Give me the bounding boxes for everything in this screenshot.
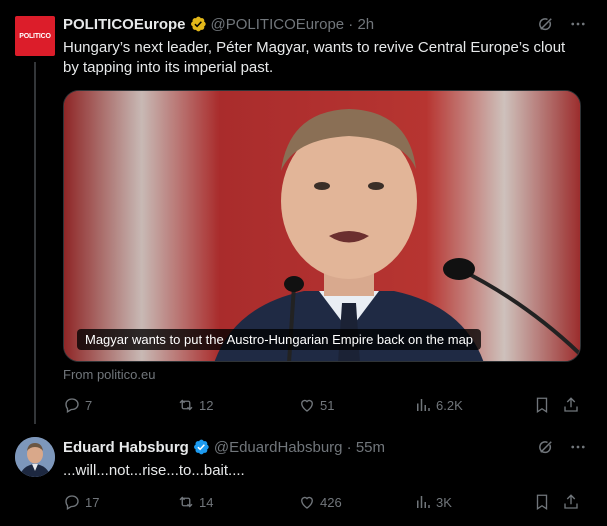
like-count: 426 — [320, 494, 342, 510]
repost-count: 12 — [199, 397, 214, 413]
display-name[interactable]: POLITICOEurope — [63, 16, 186, 33]
politico-avatar[interactable]: POLITICO — [15, 16, 55, 56]
habsburg-avatar[interactable] — [15, 437, 55, 477]
tweet-politico[interactable]: POLITICO POLITICOEurope @POLITICOEurope … — [0, 0, 607, 428]
tweet-header-2: Eduard Habsburg @EduardHabsburg · 55m — [63, 438, 385, 456]
avatar-photo — [15, 437, 55, 477]
reply-icon — [65, 495, 79, 510]
link-source[interactable]: From politico.eu — [63, 367, 155, 382]
handle-time[interactable]: @POLITICOEurope · 2h — [211, 16, 375, 33]
tweet-text: Hungary’s next leader, Péter Magyar, wan… — [63, 38, 593, 78]
handle-time-2[interactable]: @EduardHabsburg · 55m — [214, 439, 385, 456]
repost-button[interactable]: 12 — [177, 396, 213, 414]
views-count: 6.2K — [436, 397, 463, 413]
like-icon — [301, 399, 313, 412]
bookmark-icon — [536, 494, 548, 511]
views-button[interactable]: 6.2K — [414, 396, 463, 414]
more-icon[interactable] — [569, 15, 587, 33]
tweet-actions: 7 12 51 6.2K — [63, 396, 581, 416]
avatar-logo-text: POLITICO — [19, 32, 51, 40]
like-icon — [301, 496, 313, 509]
thread-line — [34, 62, 36, 424]
tweet-top-actions-2 — [537, 438, 587, 456]
share-icon — [564, 397, 578, 412]
views-icon — [417, 496, 430, 508]
bookmark-button[interactable] — [533, 396, 551, 414]
bookmark-icon — [536, 397, 548, 414]
views-icon — [417, 399, 430, 411]
grok-icon[interactable] — [537, 15, 555, 33]
reply-button[interactable]: 7 — [63, 396, 92, 414]
tweet-top-actions — [537, 15, 587, 33]
repost-count: 14 — [199, 494, 214, 510]
article-image[interactable]: Magyar wants to put the Austro-Hungarian… — [63, 90, 581, 362]
more-icon[interactable] — [569, 438, 587, 456]
display-name-2[interactable]: Eduard Habsburg — [63, 439, 189, 456]
portrait-photo — [64, 91, 580, 361]
views-button[interactable]: 3K — [414, 493, 452, 511]
share-icon — [564, 494, 578, 509]
tweet-header: POLITICOEurope @POLITICOEurope · 2h — [63, 15, 374, 33]
tweet-actions-2: 17 14 426 3K — [63, 493, 581, 513]
verified-blue-icon — [193, 439, 209, 455]
like-button[interactable]: 426 — [298, 493, 342, 511]
verified-gold-icon — [190, 16, 206, 32]
image-caption: Magyar wants to put the Austro-Hungarian… — [77, 329, 482, 350]
reply-button[interactable]: 17 — [63, 493, 99, 511]
reply-count: 7 — [85, 397, 93, 413]
repost-button[interactable]: 14 — [177, 493, 213, 511]
tweet-text-line-1: Hungary’s next leader, Péter Magyar, wan… — [63, 39, 566, 56]
like-count: 51 — [320, 397, 335, 413]
reply-icon — [65, 398, 79, 413]
reply-count: 17 — [85, 494, 100, 510]
bookmark-button[interactable] — [533, 493, 551, 511]
share-button[interactable] — [562, 396, 580, 414]
views-count: 3K — [436, 494, 452, 510]
grok-icon[interactable] — [537, 438, 555, 456]
share-button[interactable] — [562, 493, 580, 511]
tweet-text-2: ...will...not...rise...to...bait.... — [63, 462, 245, 479]
repost-icon — [179, 399, 193, 411]
tweet-text-line-2: by tapping into its imperial past. — [63, 59, 274, 76]
repost-icon — [179, 496, 193, 508]
like-button[interactable]: 51 — [298, 396, 334, 414]
